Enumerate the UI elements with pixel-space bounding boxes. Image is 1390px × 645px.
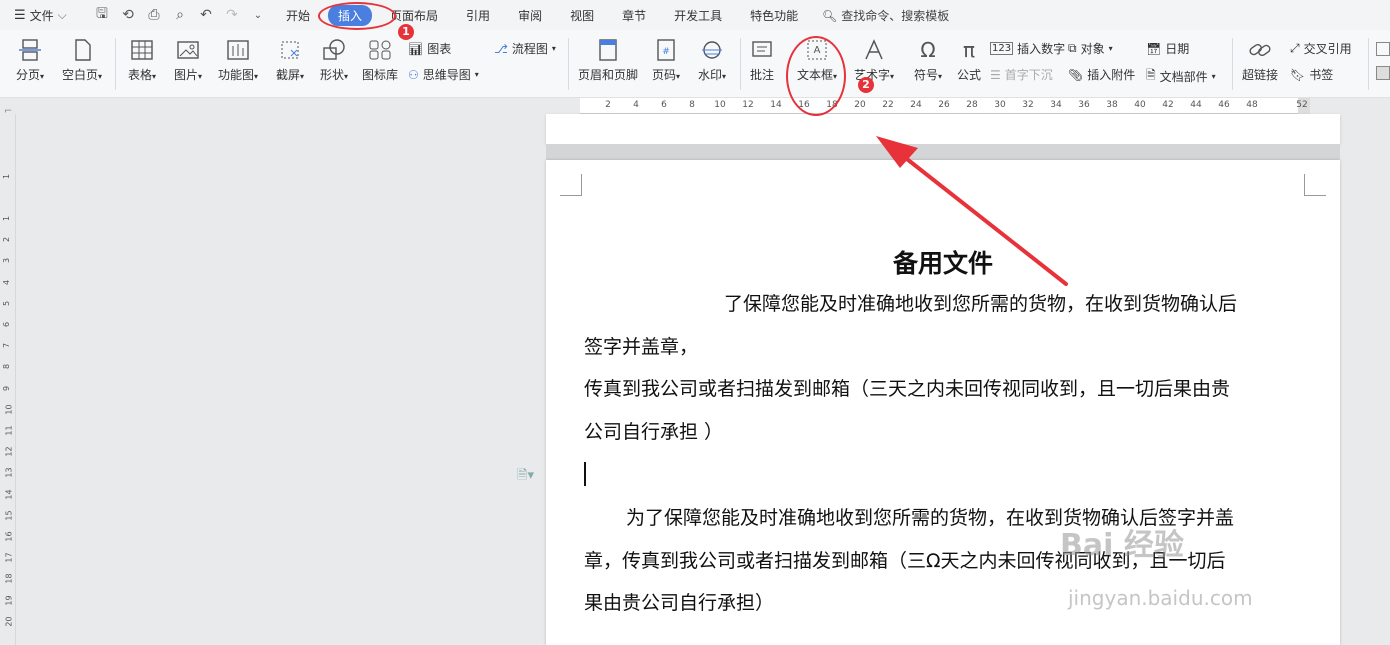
baidu-watermark: Bai 经验 <box>1060 528 1184 563</box>
baidu-watermark-url: jingyan.baidu.com <box>1068 586 1253 610</box>
